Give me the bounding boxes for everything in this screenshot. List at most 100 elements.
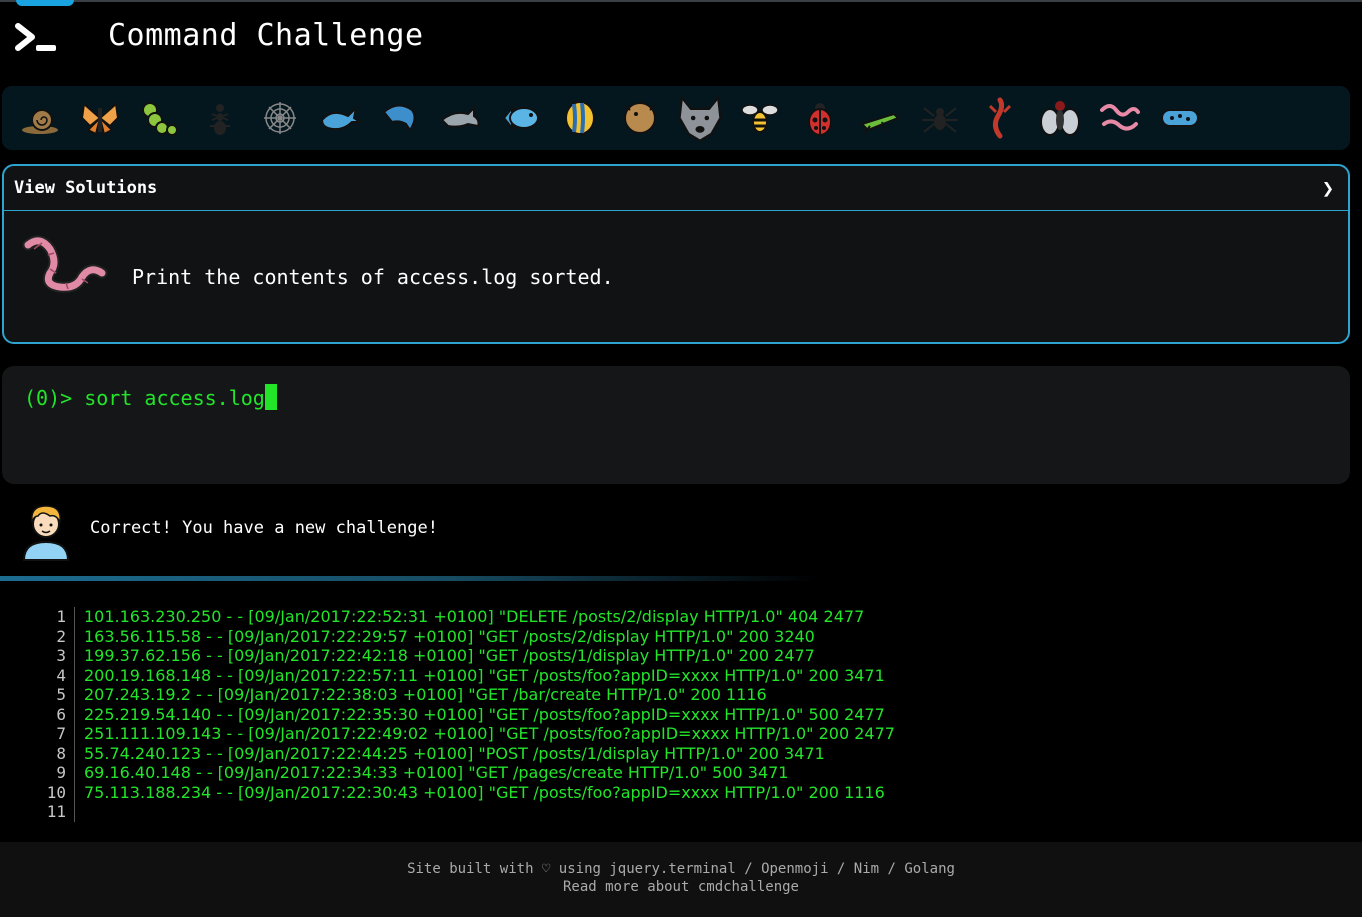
challenge-wolf[interactable] (670, 93, 730, 143)
challenge-spider[interactable] (910, 93, 970, 143)
solutions-header[interactable]: View Solutions ❯ (4, 166, 1348, 211)
line-number: 6 (56, 704, 66, 724)
line-gutter (74, 646, 84, 666)
line-text: 207.243.19.2 - - [09/Jan/2017:22:38:03 +… (84, 685, 767, 705)
cricket-icon (860, 112, 900, 135)
line-number: 11 (46, 802, 66, 822)
line-number: 7 (56, 724, 66, 744)
terminal-cursor (264, 384, 277, 410)
output-line: 2 163.56.115.58 - - [09/Jan/2017:22:29:57… (0, 626, 1362, 646)
footer-credits[interactable]: Site built with ♡ using jquery.terminal … (0, 860, 1362, 878)
line-gutter (74, 802, 84, 822)
whale-icon (320, 104, 362, 131)
command-output: 1 101.163.230.250 - - [09/Jan/2017:22:52:… (0, 607, 1362, 822)
person-avatar-icon (22, 505, 70, 561)
output-line: 7 251.111.109.143 - - [09/Jan/2017:22:49:… (0, 724, 1362, 744)
line-text: 55.74.240.123 - - [09/Jan/2017:22:44:25 … (84, 743, 825, 763)
challenge-ladybug[interactable] (790, 93, 850, 143)
line-gutter (74, 665, 84, 685)
output-line: 6 225.219.54.140 - - [09/Jan/2017:22:35:3… (0, 704, 1362, 724)
view-solutions-toggle[interactable]: View Solutions (14, 178, 157, 198)
line-gutter (74, 626, 84, 646)
line-gutter (74, 607, 84, 627)
ladybug-icon (808, 103, 832, 136)
line-text: 69.16.40.148 - - [09/Jan/2017:22:34:33 +… (84, 763, 789, 783)
output-line: 5 207.243.19.2 - - [09/Jan/2017:22:38:03 … (0, 685, 1362, 705)
output-line: 4 200.19.168.148 - - [09/Jan/2017:22:57:1… (0, 665, 1362, 685)
worm-icon (1100, 104, 1140, 131)
challenge-dolphin[interactable] (370, 93, 430, 143)
microbe-icon (1161, 109, 1199, 127)
terminal-command[interactable]: sort access.log (84, 386, 265, 410)
site-header: Command Challenge (0, 0, 1362, 82)
challenge-bee[interactable] (730, 93, 790, 143)
challenge-microbe[interactable] (1150, 93, 1210, 143)
caterpillar-icon (142, 102, 178, 136)
output-line: 10 75.113.188.234 - - [09/Jan/2017:22:30:… (0, 782, 1362, 802)
line-text: 163.56.115.58 - - [09/Jan/2017:22:29:57 … (84, 626, 815, 646)
dolphin-icon (440, 105, 480, 128)
line-gutter (74, 763, 84, 783)
output-line: 1 101.163.230.250 - - [09/Jan/2017:22:52:… (0, 607, 1362, 627)
scorpion-icon (988, 97, 1012, 139)
line-number: 10 (46, 782, 66, 802)
line-gutter (74, 743, 84, 763)
challenge-caterpillar[interactable] (130, 93, 190, 143)
chevron-right-icon[interactable]: ❯ (1322, 176, 1334, 200)
top-accent-nub (16, 0, 74, 6)
challenge-whale[interactable] (310, 93, 370, 143)
terminal-prompt-icon[interactable] (14, 20, 58, 56)
challenge-fish[interactable] (490, 93, 550, 143)
challenge-scorpion[interactable] (970, 93, 1030, 143)
spider-web-icon (264, 102, 296, 134)
challenge-dolphin-gray[interactable] (430, 93, 490, 143)
line-number: 1 (56, 607, 66, 627)
result-message: Correct! You have a new challenge! (90, 518, 438, 538)
bee-icon (741, 104, 779, 133)
snail-icon (22, 109, 58, 134)
line-text: 101.163.230.250 - - [09/Jan/2017:22:52:3… (84, 607, 865, 627)
line-number: 2 (56, 626, 66, 646)
line-gutter (74, 782, 84, 802)
line-gutter (74, 685, 84, 705)
terminal[interactable]: (0)> sort access.log (2, 366, 1350, 484)
line-text: 75.113.188.234 - - [09/Jan/2017:22:30:43… (84, 782, 885, 802)
butterfly-icon (80, 102, 120, 136)
line-number: 3 (56, 646, 66, 666)
line-text: 225.219.54.140 - - [09/Jan/2017:22:35:30… (84, 704, 885, 724)
challenge-strip (2, 86, 1350, 150)
challenge-butterfly[interactable] (70, 93, 130, 143)
output-line: 11 (0, 802, 1362, 822)
line-text: 199.37.62.156 - - [09/Jan/2017:22:42:18 … (84, 646, 815, 666)
line-number: 4 (56, 665, 66, 685)
worm-icon (22, 235, 108, 293)
challenge-tropical-fish[interactable] (550, 93, 610, 143)
challenge-blowfish[interactable] (610, 93, 670, 143)
ant-icon (210, 104, 230, 135)
fish-icon (502, 105, 539, 131)
line-number: 5 (56, 685, 66, 705)
blowfish-icon (624, 100, 656, 134)
solutions-panel: View Solutions ❯ Print the contents of a… (2, 164, 1350, 344)
challenge-cricket[interactable] (850, 93, 910, 143)
tropical-fish-icon (565, 101, 595, 135)
line-gutter (74, 704, 84, 724)
output-line: 9 69.16.40.148 - - [09/Jan/2017:22:34:33 … (0, 763, 1362, 783)
footer-read-more-link[interactable]: Read more about cmdchallenge (0, 878, 1362, 896)
separator-bar (0, 576, 820, 581)
spider-icon (922, 107, 958, 133)
challenge-description: Print the contents of access.log sorted. (4, 211, 1348, 342)
footer: Site built with ♡ using jquery.terminal … (0, 842, 1362, 917)
challenge-worm[interactable] (1090, 93, 1150, 143)
line-text: 200.19.168.148 - - [09/Jan/2017:22:57:11… (84, 665, 885, 685)
terminal-prompt: (0)> (24, 386, 85, 410)
line-gutter (74, 724, 84, 744)
terminal-prompt-line[interactable]: (0)> sort access.log (24, 384, 277, 410)
fly-icon (1040, 101, 1080, 136)
challenge-spider-web[interactable] (250, 93, 310, 143)
challenge-snail[interactable] (10, 93, 70, 143)
challenge-fly[interactable] (1030, 93, 1090, 143)
site-title[interactable]: Command Challenge (108, 18, 424, 53)
challenge-ant[interactable] (190, 93, 250, 143)
output-line: 8 55.74.240.123 - - [09/Jan/2017:22:44:25… (0, 743, 1362, 763)
